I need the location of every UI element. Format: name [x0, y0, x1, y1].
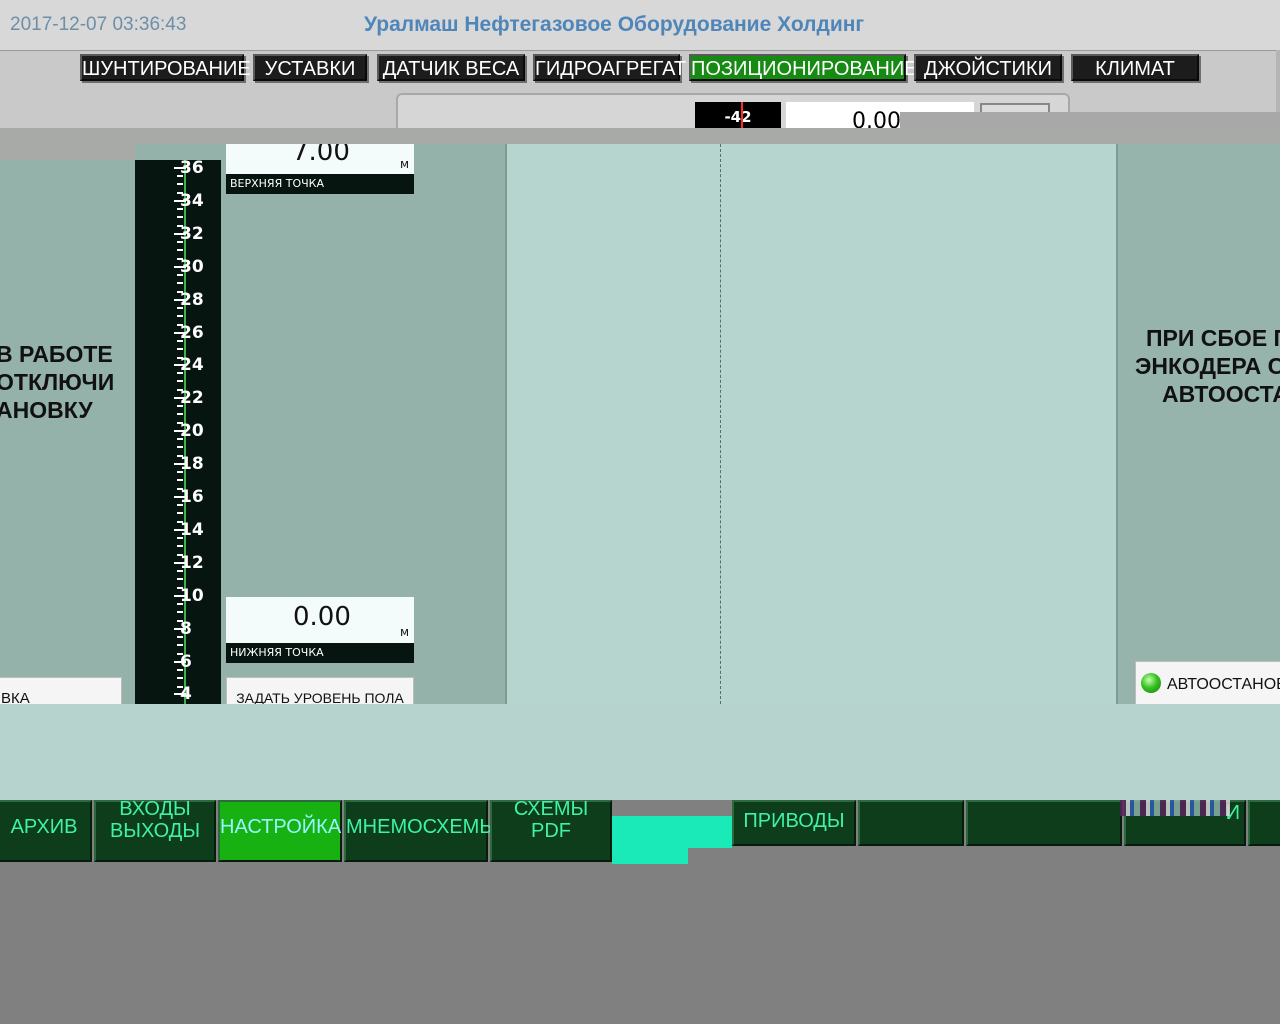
right-warning-line-2: ЭНКОДЕРА С: [1135, 353, 1280, 379]
scale-tick-label: 26: [180, 323, 204, 343]
render-artifact: [1120, 800, 1230, 816]
nav-pdf-label: PDF: [531, 820, 571, 842]
scale-minor-tick: [177, 578, 183, 580]
nav-button-7[interactable]: [858, 800, 964, 846]
scale-tick-label: 20: [180, 421, 204, 441]
nav-inputs-label: ВХОДЫ: [119, 798, 191, 820]
tab-hydraulic-unit[interactable]: ГИДРОАГРЕГАТ: [533, 54, 686, 81]
scale-minor-tick: [177, 340, 183, 342]
nav-settings-button[interactable]: НАСТРОЙКА: [218, 800, 342, 862]
scale-minor-tick: [177, 603, 183, 605]
scale-minor-tick: [177, 413, 183, 415]
tab-shunting[interactable]: ШУНТИРОВАНИЕ: [80, 54, 251, 81]
scale-minor-tick: [177, 372, 183, 374]
scale-minor-tick: [177, 512, 183, 514]
scale-minor-tick: [177, 479, 183, 481]
bottom-band: [0, 704, 1280, 800]
left-warning-line-1: В РАБОТЕ: [0, 341, 113, 367]
scale-tick-label: 32: [180, 224, 204, 244]
nav-archive-button[interactable]: АРХИВ: [0, 800, 92, 862]
left-action-button[interactable]: ВКА: [0, 677, 122, 707]
scale-tick-label: 18: [180, 454, 204, 474]
scale-minor-tick: [177, 183, 183, 185]
scale-tick-label: 30: [180, 257, 204, 277]
scale-minor-tick: [177, 315, 183, 317]
nav-archive-label: АРХИВ: [10, 816, 78, 838]
tab-positioning[interactable]: ПОЗИЦИОНИРОВАНИЕ: [689, 54, 918, 81]
scale-minor-tick: [177, 274, 183, 276]
separator-overlay: [0, 128, 1280, 144]
scale-tick-label: 14: [180, 520, 204, 540]
nav-schematics-label: СХЕМЫ: [513, 798, 589, 820]
scale-minor-tick: [177, 669, 183, 671]
company-title: Уралмаш Нефтегазовое Оборудование Холдин…: [364, 13, 865, 36]
scale-tick-label: 36: [180, 158, 204, 178]
tab-weight-sensor[interactable]: ДАТЧИК ВЕСА: [377, 54, 525, 81]
lower-point-caption: НИЖНЯЯ ТОЧКА: [226, 643, 414, 663]
nav-button-8[interactable]: [966, 800, 1122, 846]
scale-tick-label: 28: [180, 290, 204, 310]
scale-minor-tick: [177, 545, 183, 547]
scale-minor-tick: [177, 438, 183, 440]
set-floor-button[interactable]: ЗАДАТЬ УРОВЕНЬ ПОЛА: [226, 677, 414, 707]
autostop-label: АВТООСТАНОВ: [1167, 676, 1280, 693]
left-warning-line-2: ОТКЛЮЧИ: [0, 369, 115, 395]
nav-mnemonics-label: МНЕМОСХЕМЫ: [346, 816, 498, 838]
tab-bar-edge: [1276, 50, 1280, 114]
nav-highlight: [612, 816, 732, 848]
right-warning-line-1: ПРИ СБОЕ П: [1146, 325, 1280, 351]
tab-climate[interactable]: КЛИМАТ: [1071, 54, 1199, 81]
nav-button-10[interactable]: [1248, 800, 1280, 846]
scale-minor-tick: [177, 208, 183, 210]
upper-point-caption: ВЕРХНЯЯ ТОЧКА: [226, 174, 414, 194]
scale-tick-label: 10: [180, 586, 204, 606]
scale-minor-tick: [177, 307, 183, 309]
scale-minor-tick: [177, 380, 183, 382]
scale-minor-tick: [177, 471, 183, 473]
timestamp: 2017-12-07 03:36:43: [10, 14, 187, 35]
green-led-icon: [1141, 673, 1161, 693]
middle-right-column: [720, 144, 1117, 704]
scale-tick-label: 24: [180, 355, 204, 375]
scale-tick-label: 4: [180, 684, 192, 704]
lower-point-value: 0.00: [293, 602, 351, 632]
scale-minor-tick: [177, 636, 183, 638]
right-warning-line-3: АВТООСТА: [1162, 381, 1280, 407]
nav-drives-label: ПРИВОДЫ: [743, 810, 845, 832]
scale-tick-label: 12: [180, 553, 204, 573]
nav-outputs-label: ВЫХОДЫ: [109, 820, 201, 842]
nav-schematics-pdf-button[interactable]: СХЕМЫ PDF: [490, 798, 612, 862]
scale-minor-tick: [177, 537, 183, 539]
scale-minor-tick: [177, 570, 183, 572]
scale-minor-tick: [177, 504, 183, 506]
lower-point-unit: м: [400, 625, 410, 639]
scale-minor-tick: [177, 175, 183, 177]
scale-minor-tick: [177, 348, 183, 350]
nav-inputs-outputs-button[interactable]: ВХОДЫ ВЫХОДЫ: [94, 798, 216, 862]
scale-tick-label: 16: [180, 487, 204, 507]
tab-setpoints[interactable]: УСТАВКИ: [253, 54, 367, 81]
encoder-marker: [741, 102, 743, 128]
middle-left-column: [505, 144, 720, 704]
right-column: [1116, 144, 1280, 704]
scale-minor-tick: [177, 241, 183, 243]
scale-minor-tick: [177, 644, 183, 646]
scale-minor-tick: [177, 446, 183, 448]
scale-minor-tick: [177, 249, 183, 251]
scale-minor-tick: [177, 677, 183, 679]
scale-tick-label: 34: [180, 191, 204, 211]
scale-tick-label: 22: [180, 388, 204, 408]
nav-mnemonics-button[interactable]: МНЕМОСХЕМЫ: [344, 800, 497, 862]
scale-minor-tick: [177, 216, 183, 218]
scale-minor-tick: [177, 611, 183, 613]
tab-joysticks[interactable]: ДЖОЙСТИКИ: [914, 54, 1062, 81]
upper-point-unit: м: [400, 157, 410, 171]
left-warning-line-3: АНОВКУ: [0, 397, 93, 423]
nav-drives-button[interactable]: ПРИВОДЫ: [732, 800, 856, 846]
nav-highlight-lower: [612, 848, 688, 864]
scale-minor-tick: [177, 405, 183, 407]
scale-minor-tick: [177, 282, 183, 284]
nav-settings-label: НАСТРОЙКА: [220, 816, 342, 838]
